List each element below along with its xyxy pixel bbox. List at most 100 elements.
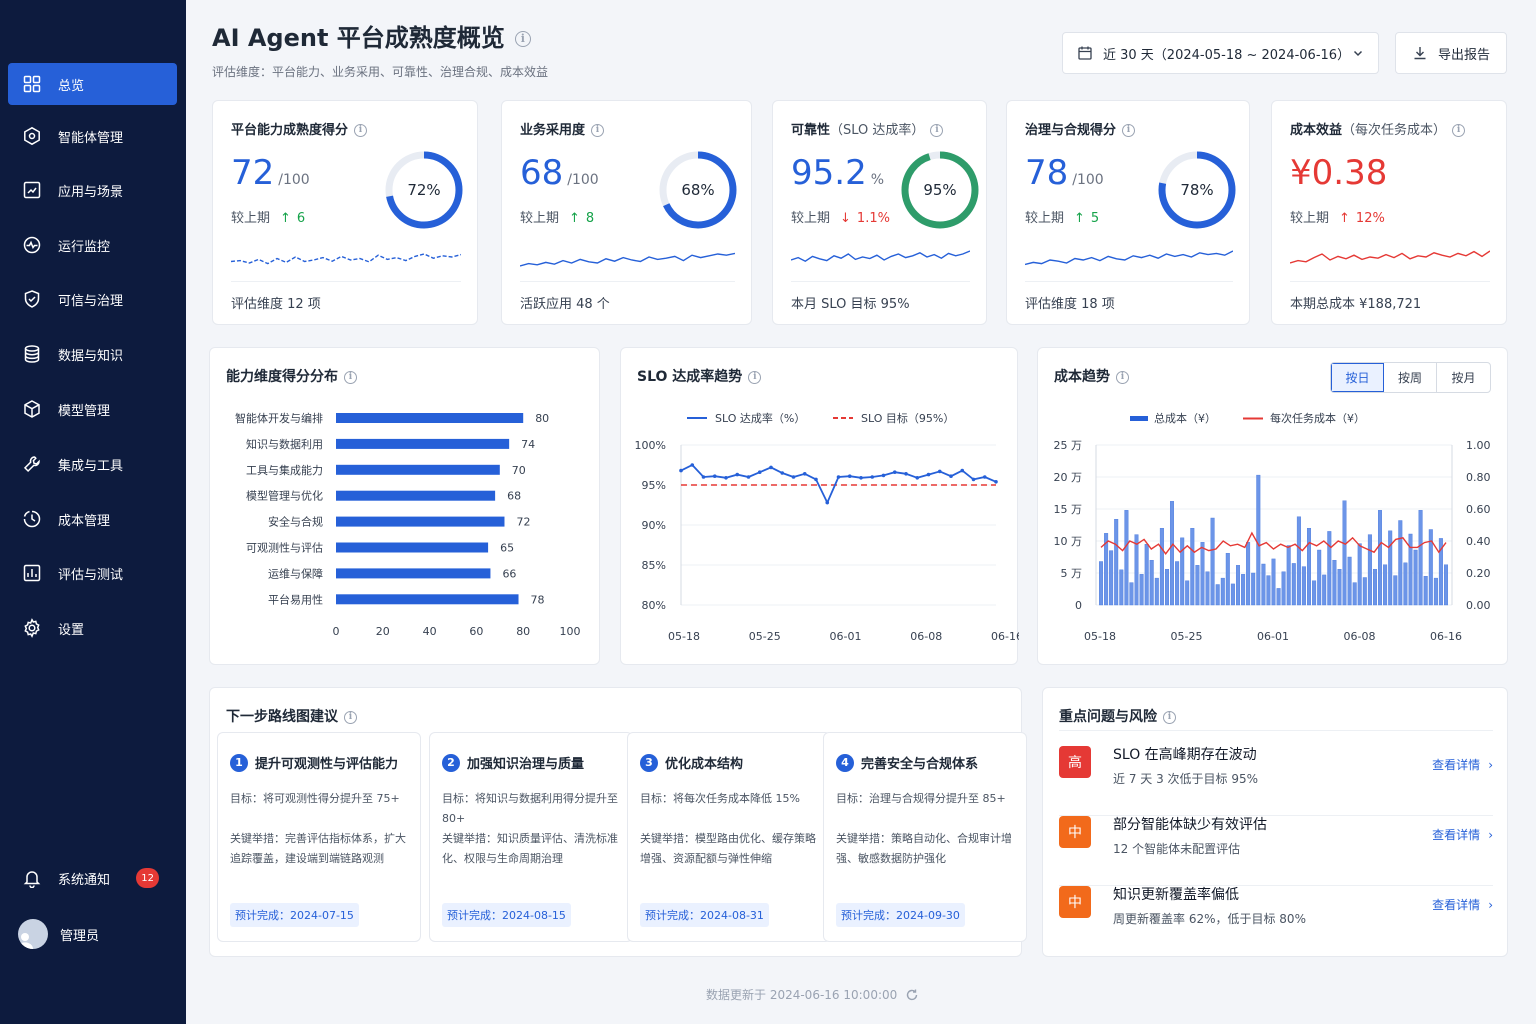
capability-title: 能力维度得分分布 i: [226, 366, 357, 386]
slo-point: [904, 472, 908, 476]
cost-bar: [1266, 575, 1271, 606]
kpi-value-unit: /100: [1072, 172, 1104, 188]
sidebar-item-label: 可信与治理: [58, 293, 124, 309]
cost-bar: [1205, 571, 1210, 606]
slo-point: [937, 469, 942, 474]
sparkline-path: [1290, 250, 1490, 264]
sparkline-path: [791, 250, 970, 263]
sidebar-item-5[interactable]: 数据与知识: [8, 333, 177, 375]
roadmap-step[interactable]: 4 完善安全与合规体系 目标：治理与合规得分提升至 85+ 关键举措：策略自动化、合规…: [823, 732, 1027, 942]
export-report-button[interactable]: 导出报告: [1395, 32, 1507, 74]
category-label: 可观测性与评估: [246, 541, 323, 555]
bar-value-label: 80: [535, 412, 549, 425]
kpi-value-unit: /100: [278, 172, 310, 188]
step-due-tag: 预计完成：2024-09-30: [836, 903, 965, 927]
sidebar-item-2[interactable]: 应用与场景: [8, 169, 177, 211]
x-tick-label: 06-16: [1430, 630, 1462, 643]
bar: [336, 542, 489, 553]
sidebar-item-3[interactable]: 运行监控: [8, 224, 177, 266]
x-tick-label: 06-01: [830, 630, 862, 643]
step-goal: 目标：治理与合规得分提升至 85+: [836, 792, 1006, 805]
slo-point: [949, 474, 953, 478]
view-details-link[interactable]: 查看详情 ›: [1432, 896, 1493, 913]
toggle-option-0[interactable]: 按日: [1331, 363, 1384, 392]
info-icon[interactable]: i: [591, 124, 605, 137]
sidebar-item-9[interactable]: 评估与测试: [8, 552, 177, 594]
kpi-title: 平台能力成熟度得分 i: [231, 119, 368, 138]
progress-ring-label: 72%: [407, 181, 440, 199]
cost-bar: [1444, 564, 1449, 606]
x-tick-label: 60: [469, 625, 483, 638]
cost-bar: [1398, 520, 1403, 606]
cost-bar: [1144, 543, 1149, 606]
sidebar-item-0[interactable]: 总览: [8, 63, 177, 105]
sidebar-item-8[interactable]: 成本管理: [8, 498, 177, 540]
slo-point: [814, 477, 818, 482]
view-details-link[interactable]: 查看详情 ›: [1432, 826, 1493, 843]
view-details-link[interactable]: 查看详情 ›: [1432, 756, 1493, 773]
refresh-icon[interactable]: [905, 988, 919, 1002]
kpi-delta-value: 1.1%: [856, 211, 890, 226]
kpi-comparison: 较上期 ↑ 12%: [1290, 207, 1385, 226]
info-icon[interactable]: i: [344, 370, 357, 384]
info-icon[interactable]: i: [930, 124, 944, 137]
sidebar-item-label: 总览: [58, 78, 85, 94]
sidebar-item-7[interactable]: 集成与工具: [8, 443, 177, 485]
user-name: 管理员: [60, 928, 100, 944]
arrow-down-icon: ↓: [840, 211, 851, 226]
sidebar-item-label: 运行监控: [58, 239, 111, 255]
sparkline-path: [231, 253, 461, 265]
progress-ring-label: 78%: [1180, 181, 1213, 199]
info-icon[interactable]: i: [344, 710, 357, 724]
info-icon[interactable]: i: [1122, 124, 1136, 137]
toggle-option-2[interactable]: 按月: [1437, 363, 1490, 392]
cost-bar: [1286, 545, 1291, 606]
cost-bar: [1169, 501, 1174, 606]
info-icon[interactable]: i: [354, 124, 368, 137]
sidebar-item-10[interactable]: 设置: [8, 607, 177, 649]
kpi-card-1: 业务采用度 i 68/100 较上期 ↑ 8 68% 活跃应用 48 个: [501, 100, 752, 325]
notification-count-badge: 12: [136, 868, 159, 888]
roadmap-step[interactable]: 2 加强知识治理与质量 目标：将知识与数据利用得分提升至 80+ 关键举措：知识质量评…: [429, 732, 633, 942]
sidebar-item-6[interactable]: 模型管理: [8, 388, 177, 430]
bar: [336, 490, 496, 501]
kpi-comparison-label: 较上期: [520, 211, 560, 226]
slo-point: [735, 472, 740, 477]
step-number-badge: 1: [230, 753, 248, 772]
cost-bar: [1378, 510, 1383, 606]
toggle-option-1[interactable]: 按周: [1384, 363, 1437, 392]
main-content: AI Agent 平台成熟度概览 i 评估维度：平台能力、业务采用、可靠性、治理合…: [186, 0, 1536, 1024]
info-icon[interactable]: i: [1452, 124, 1466, 137]
kpi-value-number: 72: [231, 153, 275, 193]
category-label: 安全与合规: [268, 515, 323, 529]
date-range-picker[interactable]: 近 30 天（2024-05-18 ~ 2024-06-16）: [1062, 32, 1379, 74]
y-tick-label: 85%: [642, 559, 666, 572]
kpi-title: 可靠性（SLO 达成率） i: [791, 119, 944, 138]
cost-bar: [1296, 516, 1301, 606]
sidebar-item-notifications[interactable]: 系统通知 12: [8, 857, 177, 899]
roadmap-step[interactable]: 3 优化成本结构 目标：将每次任务成本降低 15% 关键举措：模型路由优化、缓存策略增…: [627, 732, 831, 942]
sidebar-item-1[interactable]: 智能体管理: [8, 115, 177, 157]
bar: [336, 568, 491, 579]
info-icon[interactable]: i: [1163, 710, 1176, 724]
cost-bar: [1367, 534, 1372, 606]
kpi-value: 68/100: [520, 153, 599, 193]
info-icon[interactable]: i: [1116, 370, 1129, 384]
kpi-value-number: 95.2: [791, 153, 867, 193]
y-left-tick-label: 10 万: [1054, 535, 1083, 548]
risk-title: 部分智能体缺少有效评估: [1113, 817, 1267, 833]
info-icon[interactable]: i: [748, 370, 762, 384]
info-icon[interactable]: i: [514, 31, 531, 47]
sidebar-item-4[interactable]: 可信与治理: [8, 278, 177, 320]
cost-bar: [1109, 550, 1114, 606]
legend-label: SLO 达成率（%）: [715, 411, 805, 425]
roadmap-step[interactable]: 1 提升可观测性与评估能力 目标：将可观测性得分提升至 75+ 关键举措：完善评估指标…: [217, 732, 421, 942]
slo-point: [712, 474, 717, 478]
step-number-badge: 3: [640, 753, 658, 772]
kpi-title-text: 治理与合规得分: [1025, 123, 1117, 138]
user-profile[interactable]: 管理员: [8, 913, 177, 955]
cost-bar: [1337, 568, 1342, 606]
cube-icon: [24, 400, 40, 418]
slo-point: [757, 470, 762, 474]
cost-bar: [1327, 531, 1332, 606]
